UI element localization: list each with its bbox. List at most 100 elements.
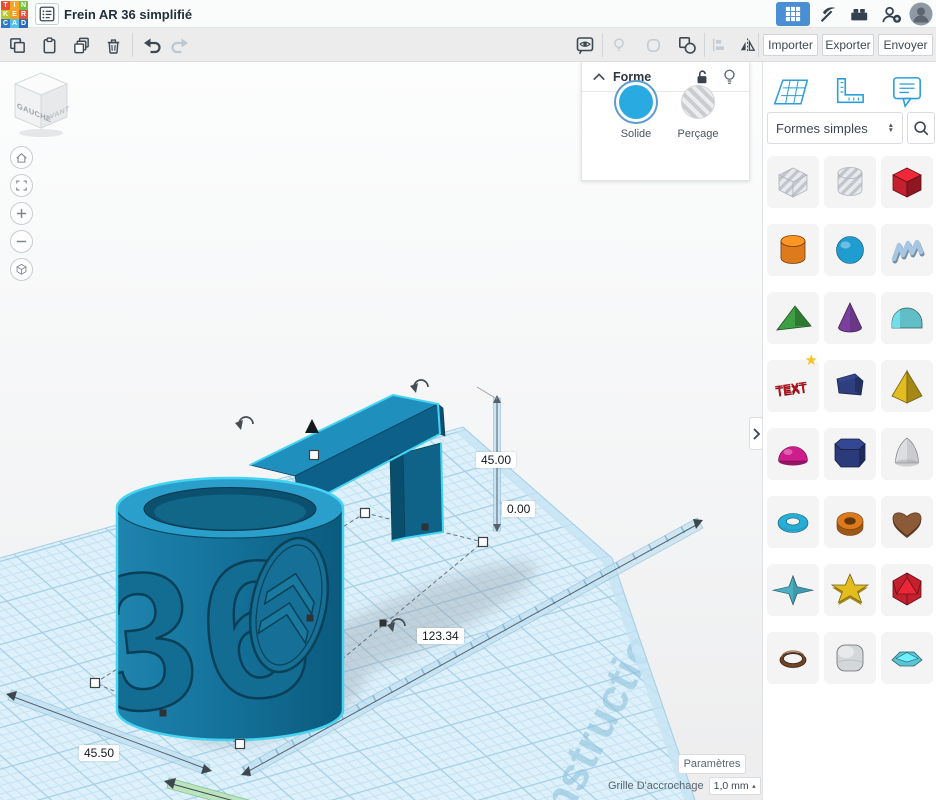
- shape-cone[interactable]: [824, 292, 876, 344]
- settings-button[interactable]: Paramètres: [678, 754, 746, 774]
- dim-height-label[interactable]: 45.00: [476, 452, 516, 468]
- shape-heart[interactable]: [881, 496, 933, 548]
- fit-view-button[interactable]: [10, 174, 33, 197]
- import-button[interactable]: Importer: [763, 34, 818, 56]
- ruler-icon: [832, 76, 866, 108]
- zoom-in-button[interactable]: [10, 202, 33, 225]
- tinkercad-logo[interactable]: TINKERCAD: [1, 1, 28, 28]
- shape-polygon[interactable]: [824, 360, 876, 412]
- dim-width-label[interactable]: 45.50: [79, 745, 119, 761]
- shape-scribble[interactable]: [881, 224, 933, 276]
- snap-grid-label: Grille D'accrochage: [608, 780, 704, 792]
- workplane-icon: [772, 76, 810, 108]
- title-bar: TINKERCAD Frein AR 36 simplifié: [0, 0, 936, 28]
- edit-toolbar: Importer Exporter Envoyer: [0, 28, 936, 62]
- tab-notes[interactable]: [885, 72, 929, 112]
- shape-cylinder[interactable]: [767, 224, 819, 276]
- hole-label: Perçage: [666, 128, 730, 140]
- group-icon: [644, 36, 663, 55]
- dashboard-button[interactable]: [776, 2, 810, 26]
- undo-icon: [141, 35, 161, 55]
- align-button[interactable]: [706, 34, 732, 56]
- group-button[interactable]: [640, 34, 666, 56]
- roof-icon: [769, 294, 817, 342]
- mine-button[interactable]: [814, 2, 840, 26]
- home-icon: [14, 150, 29, 165]
- duplicate-button[interactable]: [68, 34, 94, 56]
- shape-category-select[interactable]: Formes simples ▲▼: [767, 112, 903, 144]
- solid-swatch: [619, 85, 653, 119]
- polygon-icon: [826, 362, 874, 410]
- hole-swatch: [681, 85, 715, 119]
- search-icon: [912, 119, 930, 137]
- shape-box[interactable]: [881, 156, 933, 208]
- home-view-button[interactable]: [10, 146, 33, 169]
- view-cube[interactable]: GAUCHE AVANT: [12, 70, 72, 145]
- perspective-toggle-button[interactable]: [10, 258, 33, 281]
- brick-icon: [849, 4, 869, 24]
- dim-length-label[interactable]: 123.34: [417, 628, 464, 644]
- send-button[interactable]: Envoyer: [878, 34, 933, 56]
- ring-icon: [769, 634, 817, 682]
- undo-button[interactable]: [138, 34, 164, 56]
- shape-library-sidebar: Formes simples ▲▼ TEXTTEXT★: [762, 62, 936, 800]
- search-button[interactable]: [907, 112, 935, 144]
- trash-icon: [104, 36, 123, 55]
- shape-star-5[interactable]: [824, 564, 876, 616]
- duplicate-icon: [72, 36, 91, 55]
- minus-icon: [15, 235, 28, 248]
- redo-icon: [171, 35, 191, 55]
- grid-icon: [785, 6, 801, 22]
- mirror-icon: [738, 36, 757, 55]
- zoom-out-button[interactable]: [10, 230, 33, 253]
- shape-pyramid[interactable]: [881, 360, 933, 412]
- ungroup-button[interactable]: [674, 34, 700, 56]
- shape-roof[interactable]: [767, 292, 819, 344]
- bricks-button[interactable]: [846, 2, 872, 26]
- shape-hex-prism[interactable]: [824, 428, 876, 480]
- paste-button[interactable]: [36, 34, 62, 56]
- fit-view-icon: [14, 178, 29, 193]
- shape-half-sphere[interactable]: [767, 428, 819, 480]
- shape-paraboloid[interactable]: [881, 428, 933, 480]
- add-person-icon: [881, 4, 902, 25]
- dim-zero-label[interactable]: 0.00: [502, 501, 535, 517]
- tab-ruler[interactable]: [827, 72, 871, 112]
- light-button[interactable]: [606, 34, 632, 56]
- copy-button[interactable]: [4, 34, 30, 56]
- snap-grid-select[interactable]: 1,0 mm ▴: [709, 777, 761, 795]
- solid-option[interactable]: Solide: [604, 80, 668, 140]
- hole-option[interactable]: Perçage: [666, 80, 730, 140]
- shape-gem[interactable]: [881, 632, 933, 684]
- move-up-handle[interactable]: [305, 419, 319, 433]
- shape-cylinder-hole[interactable]: [824, 156, 876, 208]
- shape-icosahedron[interactable]: [881, 564, 933, 616]
- account-avatar[interactable]: [908, 2, 934, 26]
- shape-rounded-die[interactable]: [824, 632, 876, 684]
- shape-star-4[interactable]: [767, 564, 819, 616]
- shape-tube[interactable]: [824, 496, 876, 548]
- redo-button[interactable]: [168, 34, 194, 56]
- invite-button[interactable]: [878, 2, 904, 26]
- shape-torus[interactable]: [767, 496, 819, 548]
- mirror-button[interactable]: [734, 34, 760, 56]
- show-all-button[interactable]: [572, 34, 598, 56]
- shape-round-roof[interactable]: [881, 292, 933, 344]
- pyramid-icon: [883, 362, 931, 410]
- delete-button[interactable]: [100, 34, 126, 56]
- design-menu-button[interactable]: [35, 3, 59, 25]
- shape-category-value: Formes simples: [776, 121, 868, 136]
- viewport-3d[interactable]: Construction: [0, 62, 762, 800]
- shape-box-hole[interactable]: [767, 156, 819, 208]
- perspective-cube-icon: [14, 262, 29, 277]
- tab-workplane[interactable]: [769, 72, 813, 112]
- sidebar-collapse-handle[interactable]: [749, 417, 762, 450]
- cylinder-hole-icon: [826, 158, 874, 206]
- export-button[interactable]: Exporter: [822, 34, 874, 56]
- shape-inspector-panel: Forme Solide Perçage: [581, 62, 750, 181]
- document-title: Frein AR 36 simplifié: [64, 7, 192, 22]
- shape-ring[interactable]: [767, 632, 819, 684]
- box-icon: [883, 158, 931, 206]
- shape-sphere[interactable]: [824, 224, 876, 276]
- shape-text[interactable]: TEXTTEXT★: [767, 360, 819, 412]
